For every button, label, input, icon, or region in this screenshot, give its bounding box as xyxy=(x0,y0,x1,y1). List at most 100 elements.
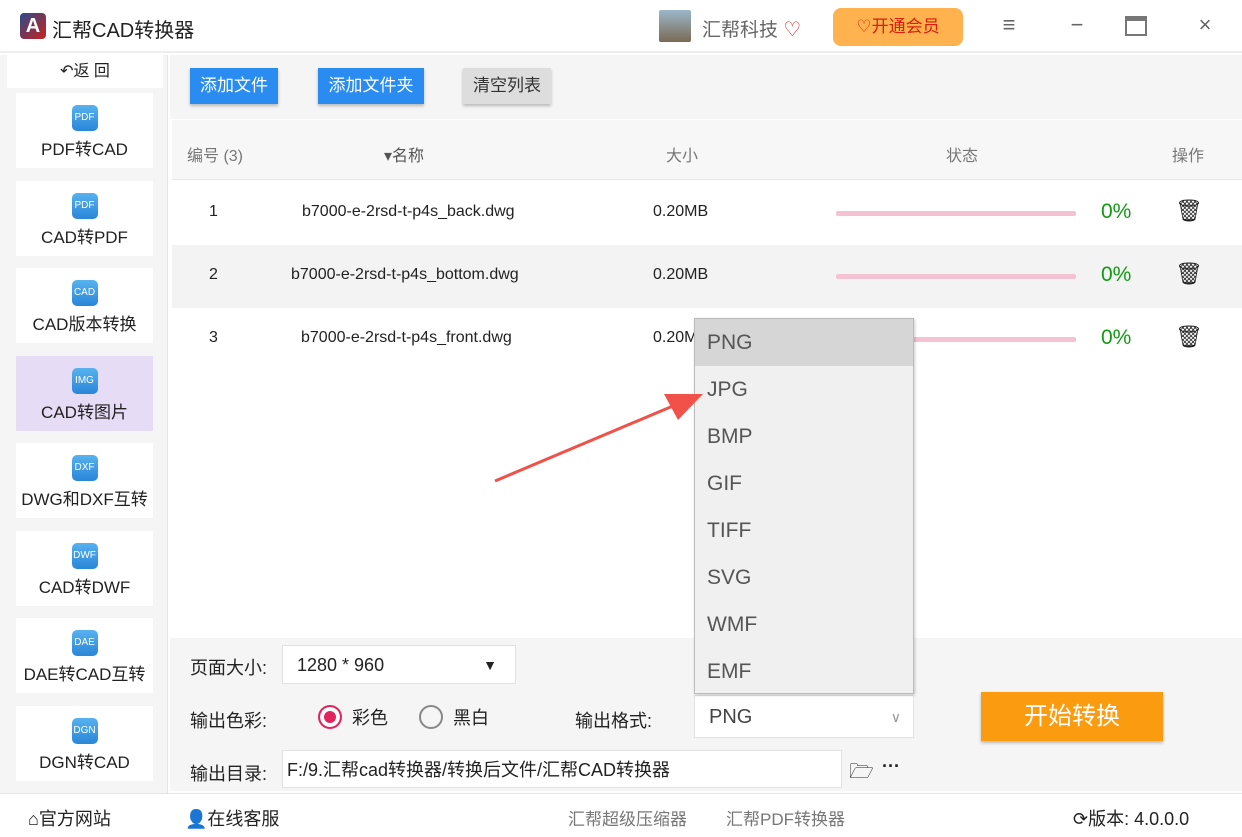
arrow-shaft xyxy=(494,401,681,483)
website-label: 官方网站 xyxy=(38,809,111,829)
format-option-gif[interactable]: GIF xyxy=(695,460,913,507)
sidebar: ↶返 回 PDF PDF转CAD PDF CAD转PDF CAD CAD版本转换 IM… xyxy=(0,55,168,793)
format-dropdown[interactable]: PNG JPG BMP GIF TIFF SVG WMF EMF xyxy=(694,318,914,694)
table-row[interactable]: 1 b7000-e-2rsd-t-p4s_back.dwg 0.20MB 0% … xyxy=(172,182,1242,245)
vip-label: 开通会员 xyxy=(871,17,940,36)
sidebar-item-label: CAD转DWF xyxy=(38,578,131,597)
radio-bw-label: 黑白 xyxy=(453,708,489,728)
close-icon[interactable]: × xyxy=(1190,12,1220,38)
sidebar-item-label: CAD转图片 xyxy=(41,403,128,422)
back-icon: ↶ xyxy=(60,63,74,80)
radio-bw[interactable]: 黑白 xyxy=(419,704,489,730)
sidebar-item-dgn-to-cad[interactable]: DGN DGN转CAD xyxy=(16,706,153,781)
app-logo: A xyxy=(20,13,46,39)
file-icon: DAE xyxy=(71,630,98,656)
col-num[interactable]: 编号 (3) xyxy=(187,142,243,166)
maximize-icon[interactable] xyxy=(1125,16,1147,36)
chevron-down-icon: ∨ xyxy=(890,709,901,725)
delete-icon[interactable]: 🗑 xyxy=(1175,261,1203,287)
sidebar-item-label: DWG和DXF互转 xyxy=(21,490,148,509)
vip-button[interactable]: ♡开通会员 xyxy=(833,8,963,46)
sidebar-item-cad-to-dwf[interactable]: DWF CAD转DWF xyxy=(16,531,153,606)
sidebar-item-label: PDF转CAD xyxy=(41,140,128,159)
progress-percent: 0% xyxy=(1101,200,1132,223)
app-title: 汇帮CAD转换器 xyxy=(52,20,195,42)
delete-icon[interactable]: 🗑 xyxy=(1175,198,1203,224)
caret-down-icon: ▼ xyxy=(483,657,497,673)
version-label: 版本: 4.0.0.0 xyxy=(1088,809,1190,829)
progress-bar xyxy=(836,211,1076,216)
table-row[interactable]: 2 b7000-e-2rsd-t-p4s_bottom.dwg 0.20MB 0… xyxy=(172,245,1242,308)
file-icon: CAD xyxy=(71,280,98,306)
format-option-tiff[interactable]: TIFF xyxy=(695,507,913,554)
output-format-select[interactable]: PNG ∨ xyxy=(694,695,914,738)
format-option-bmp[interactable]: BMP xyxy=(695,413,913,460)
table-header xyxy=(172,120,1242,180)
sidebar-item-cad-to-image[interactable]: IMG CAD转图片 xyxy=(16,356,153,431)
file-icon: PDF xyxy=(71,193,98,219)
clear-list-button[interactable]: 清空列表 xyxy=(463,68,551,104)
output-dir-input[interactable]: F:/9.汇帮cad转换器/转换后文件/汇帮CAD转换器 xyxy=(282,750,842,788)
row-name: b7000-e-2rsd-t-p4s_bottom.dwg xyxy=(291,266,519,283)
page-size-select[interactable]: 1280 * 960 ▼ xyxy=(282,645,516,684)
file-icon: DWF xyxy=(71,543,98,569)
pdf-converter-link[interactable]: 汇帮PDF转换器 xyxy=(726,805,845,830)
sidebar-item-cad-to-pdf[interactable]: PDF CAD转PDF xyxy=(16,181,153,256)
sidebar-item-cad-version[interactable]: CAD CAD版本转换 xyxy=(16,268,153,343)
minimize-icon[interactable]: − xyxy=(1062,12,1092,38)
sidebar-item-label: DAE转CAD互转 xyxy=(23,665,146,684)
format-option-png[interactable]: PNG xyxy=(695,319,913,366)
avatar[interactable] xyxy=(659,10,691,42)
user-icon: 👤 xyxy=(185,809,208,829)
sidebar-item-label: DGN转CAD xyxy=(39,753,130,772)
format-option-jpg[interactable]: JPG xyxy=(695,366,913,413)
output-color-label: 输出色彩: xyxy=(190,711,268,731)
service-link[interactable]: 👤在线客服 xyxy=(185,805,279,831)
sidebar-item-dwg-dxf[interactable]: DXF DWG和DXF互转 xyxy=(16,443,153,518)
page-size-label: 页面大小: xyxy=(190,658,268,678)
vip-heart-icon: ♡ xyxy=(856,17,872,36)
format-option-svg[interactable]: SVG xyxy=(695,554,913,601)
sidebar-item-dae-cad[interactable]: DAE DAE转CAD互转 xyxy=(16,618,153,693)
progress-bar xyxy=(836,274,1076,279)
progress-percent: 0% xyxy=(1101,263,1132,286)
col-name[interactable]: ▾名称 xyxy=(384,142,424,166)
format-option-emf[interactable]: EMF xyxy=(695,648,913,695)
radio-checked-icon xyxy=(318,705,342,729)
back-button[interactable]: ↶返 回 xyxy=(7,55,163,88)
username[interactable]: 汇帮科技 ♡ xyxy=(702,15,801,42)
add-file-button[interactable]: 添加文件 xyxy=(190,68,278,104)
progress-percent: 0% xyxy=(1101,326,1132,349)
home-icon: ⌂ xyxy=(28,809,39,829)
col-status: 状态 xyxy=(946,148,979,165)
start-convert-button[interactable]: 开始转换 xyxy=(981,692,1163,741)
output-format-label: 输出格式: xyxy=(575,711,653,731)
menu-icon[interactable]: ≡ xyxy=(994,12,1024,38)
delete-icon[interactable]: 🗑 xyxy=(1175,324,1203,350)
radio-color[interactable]: 彩色 xyxy=(318,704,388,730)
sidebar-item-pdf-to-cad[interactable]: PDF PDF转CAD xyxy=(16,93,153,168)
col-size[interactable]: 大小 xyxy=(666,142,698,166)
add-folder-button[interactable]: 添加文件夹 xyxy=(318,68,424,104)
file-icon: DGN xyxy=(71,718,98,744)
output-dir-label: 输出目录: xyxy=(190,764,268,784)
back-label: 返 回 xyxy=(73,63,110,80)
output-format-value: PNG xyxy=(709,706,753,728)
row-size: 0.20MB xyxy=(653,203,709,220)
col-action: 操作 xyxy=(1172,148,1205,165)
folder-open-icon[interactable]: 🗁 xyxy=(849,757,874,791)
row-num: 2 xyxy=(209,266,218,283)
compressor-link[interactable]: 汇帮超级压缩器 xyxy=(568,805,687,830)
more-button[interactable]: ··· xyxy=(882,756,900,777)
vip-heart-icon: ♡ xyxy=(783,19,802,41)
file-icon: DXF xyxy=(71,455,98,481)
username-text: 汇帮科技 xyxy=(702,20,779,41)
col-name-label: 名称 xyxy=(392,148,425,165)
format-option-wmf[interactable]: WMF xyxy=(695,601,913,648)
version[interactable]: ⟳版本: 4.0.0.0 xyxy=(1073,805,1189,831)
sidebar-item-label: CAD版本转换 xyxy=(32,315,137,334)
refresh-icon: ⟳ xyxy=(1073,809,1089,829)
title-bar: A 汇帮CAD转换器 汇帮科技 ♡ ♡开通会员 ≡ − × xyxy=(0,0,1242,53)
website-link[interactable]: ⌂官方网站 xyxy=(28,805,111,831)
radio-unchecked-icon xyxy=(419,705,443,729)
